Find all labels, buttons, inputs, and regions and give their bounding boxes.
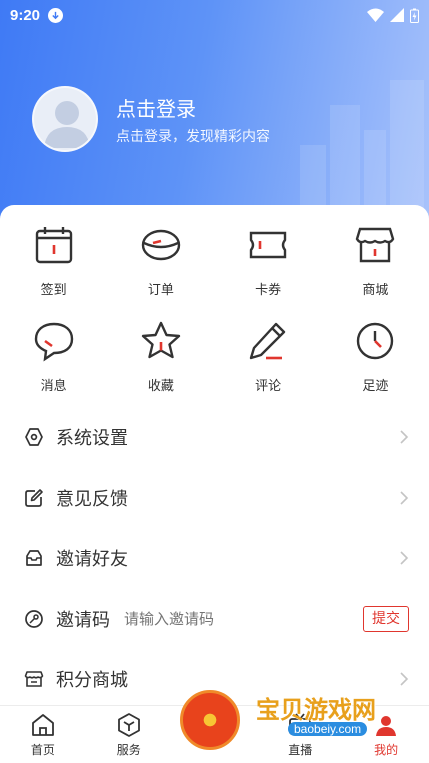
- ticket-icon: [249, 231, 287, 259]
- star-icon: [141, 321, 181, 359]
- tab-label: 服务: [116, 743, 141, 757]
- grid-item-coupons[interactable]: 卡券: [215, 223, 322, 319]
- menu-item-settings[interactable]: 系统设置: [0, 407, 429, 468]
- invite-code-input[interactable]: [124, 609, 304, 628]
- grid-label: 评论: [255, 379, 282, 394]
- pencil-icon: [249, 322, 286, 360]
- avatar[interactable]: [32, 86, 98, 152]
- battery-icon: [410, 8, 419, 23]
- watermark-logo-icon: [180, 690, 240, 750]
- menu-item-invite-code: 邀请码 提交: [0, 589, 429, 650]
- grid-item-messages[interactable]: 消息: [0, 319, 107, 415]
- menu-label: 意见反馈: [56, 488, 128, 510]
- grid-item-checkin[interactable]: 签到: [0, 223, 107, 319]
- tab-home[interactable]: 首页: [0, 706, 86, 763]
- quick-grid: 签到 订单 卡券 商城 消息 收藏 评论 足迹: [0, 223, 429, 415]
- watermark-overlay: 宝贝游戏网 baobeiy.com: [180, 680, 429, 763]
- wifi-icon: [367, 8, 384, 22]
- watermark-text: 宝贝游戏网: [256, 696, 376, 724]
- status-bar: 9:20: [0, 0, 429, 30]
- settings-icon: [25, 428, 43, 447]
- grid-item-history[interactable]: 足迹: [322, 319, 429, 415]
- menu-label: 积分商城: [56, 670, 128, 692]
- tab-label: 首页: [30, 743, 55, 757]
- tab-service[interactable]: 服务: [86, 706, 172, 763]
- grid-label: 订单: [147, 283, 174, 298]
- grid-label: 卡券: [255, 283, 282, 298]
- invite-code-label: 邀请码: [56, 609, 110, 631]
- clock-icon: [357, 322, 394, 360]
- grid-item-comments[interactable]: 评论: [215, 319, 322, 415]
- menu-item-feedback[interactable]: 意见反馈: [0, 468, 429, 529]
- signal-icon: [390, 8, 404, 22]
- key-icon: [25, 609, 43, 628]
- calendar-icon: [35, 227, 72, 264]
- message-icon: [34, 322, 73, 362]
- service-icon: [117, 713, 140, 737]
- inbox-icon: [26, 550, 42, 567]
- grid-item-orders[interactable]: 订单: [107, 223, 214, 319]
- order-icon: [141, 229, 181, 261]
- home-icon: [31, 714, 54, 736]
- chevron-right-icon: [400, 491, 409, 505]
- grid-label: 签到: [40, 283, 67, 298]
- status-time: 9:20: [10, 6, 41, 24]
- chevron-right-icon: [400, 430, 409, 444]
- download-icon: [48, 7, 64, 23]
- grid-label: 足迹: [362, 379, 389, 394]
- menu-list: 系统设置 意见反馈 邀请好友 邀请码 提交 积分商城: [0, 407, 429, 710]
- grid-label: 商城: [362, 283, 389, 298]
- login-subtitle: 点击登录，发现精彩内容: [116, 129, 270, 145]
- menu-label: 邀请好友: [56, 549, 128, 571]
- grid-label: 消息: [40, 379, 67, 394]
- edit-icon: [25, 488, 43, 507]
- grid-item-favorites[interactable]: 收藏: [107, 319, 214, 415]
- chevron-right-icon: [400, 551, 409, 565]
- submit-button[interactable]: 提交: [363, 605, 409, 632]
- menu-label: 系统设置: [56, 428, 128, 450]
- grid-item-mall[interactable]: 商城: [322, 223, 429, 319]
- content-card: 签到 订单 卡券 商城 消息 收藏 评论 足迹 系统设置 意见反馈 邀请好友 邀…: [0, 205, 429, 705]
- grid-label: 收藏: [147, 379, 174, 394]
- menu-item-invite-friends[interactable]: 邀请好友: [0, 528, 429, 589]
- shop-icon: [356, 227, 395, 263]
- watermark-url: baobeiy.com: [288, 722, 368, 736]
- login-title[interactable]: 点击登录: [116, 93, 196, 122]
- store-icon: [24, 671, 44, 688]
